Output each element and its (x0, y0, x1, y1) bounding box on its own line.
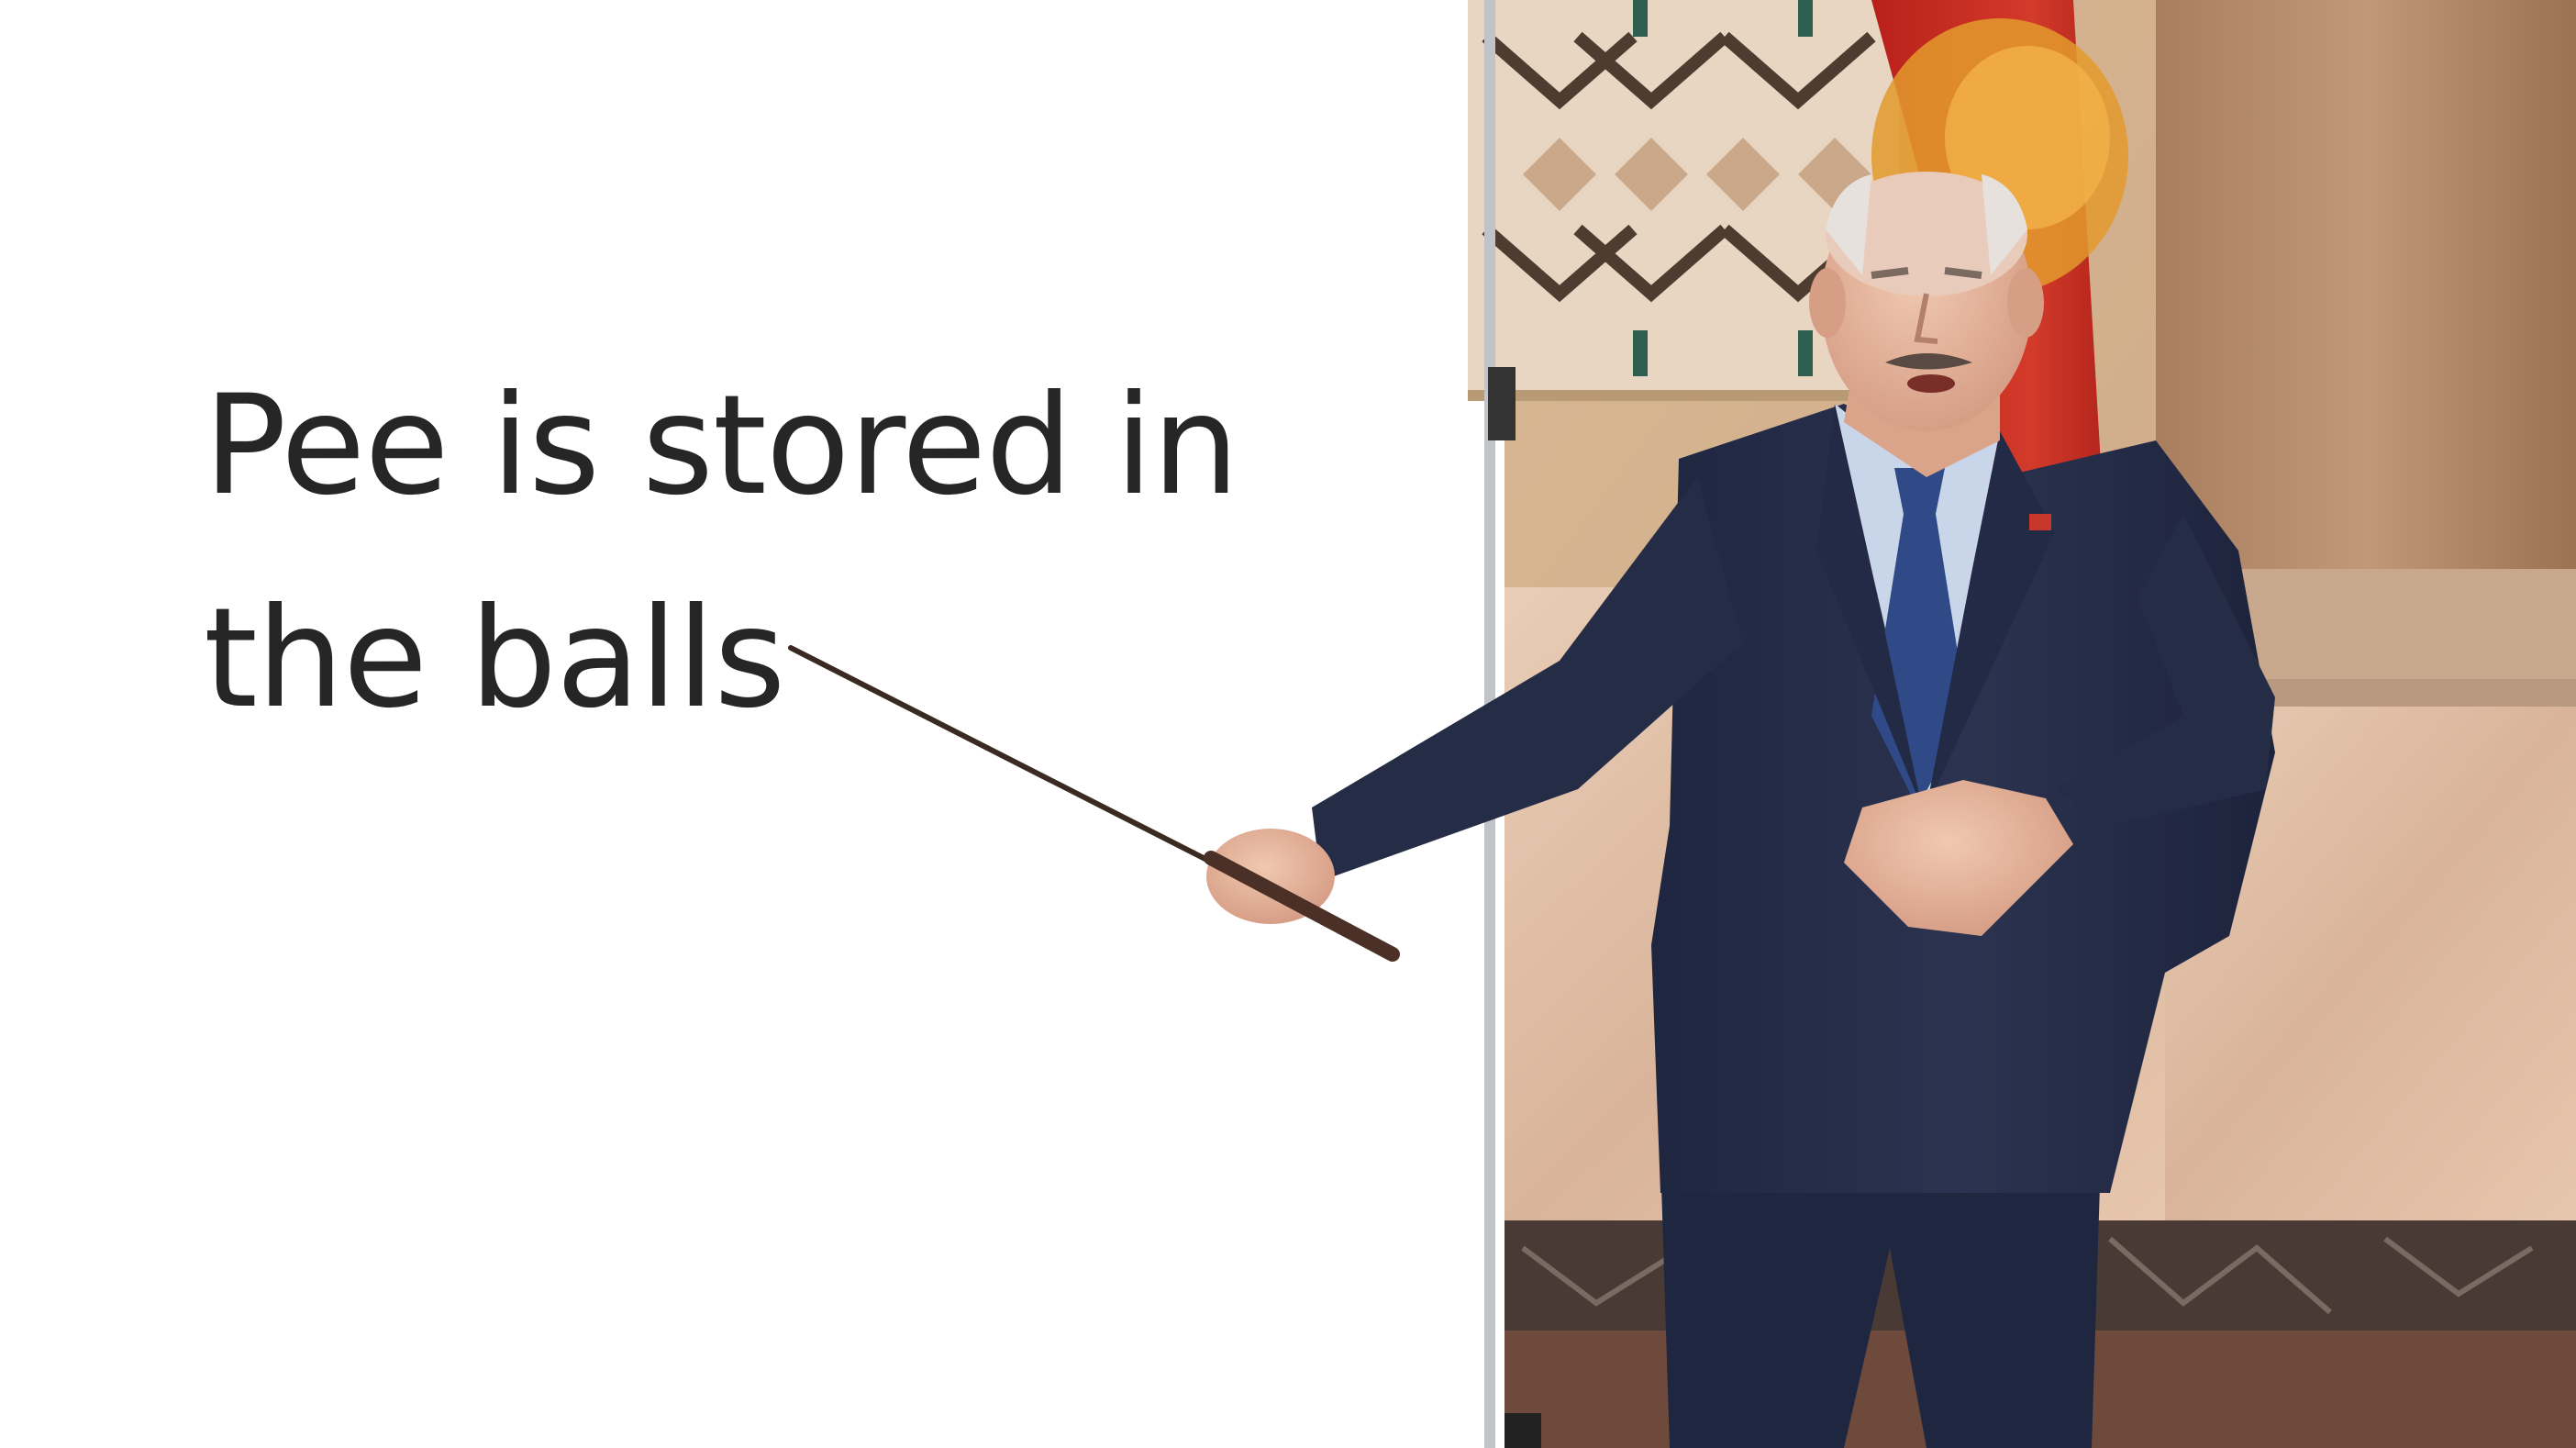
caption-line-2: the balls (204, 579, 785, 739)
meme-caption: Pee is stored in the balls (204, 340, 1396, 765)
caption-line-1: Pee is stored in (204, 366, 1239, 526)
